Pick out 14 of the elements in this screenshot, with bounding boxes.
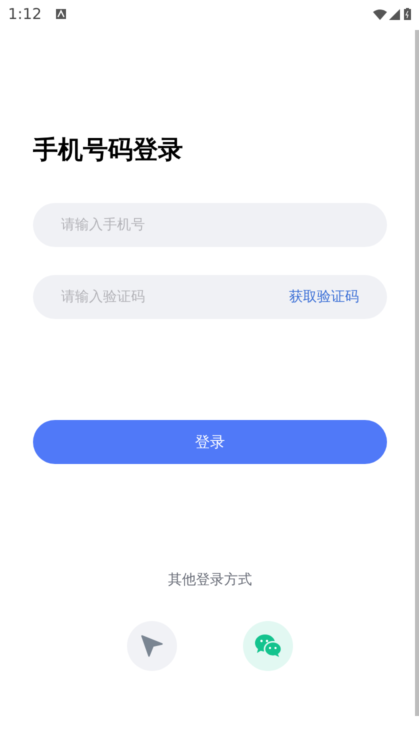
page-title: 手机号码登录 xyxy=(33,134,184,166)
phone-input-field[interactable]: 请输入手机号 xyxy=(33,203,387,247)
battery-icon xyxy=(404,8,411,20)
wifi-icon xyxy=(373,8,387,20)
status-time: 1:12 xyxy=(8,4,42,25)
login-button[interactable]: 登录 xyxy=(33,420,387,464)
get-code-link[interactable]: 获取验证码 xyxy=(289,287,359,307)
signal-icon xyxy=(389,8,400,20)
other-login-label: 其他登录方式 xyxy=(168,572,252,588)
location-login-button[interactable] xyxy=(127,621,177,671)
pointer-arrow-icon xyxy=(141,635,163,657)
wechat-login-button[interactable] xyxy=(243,621,293,671)
chat-bubbles-icon xyxy=(254,634,282,658)
notification-icon xyxy=(56,9,66,19)
